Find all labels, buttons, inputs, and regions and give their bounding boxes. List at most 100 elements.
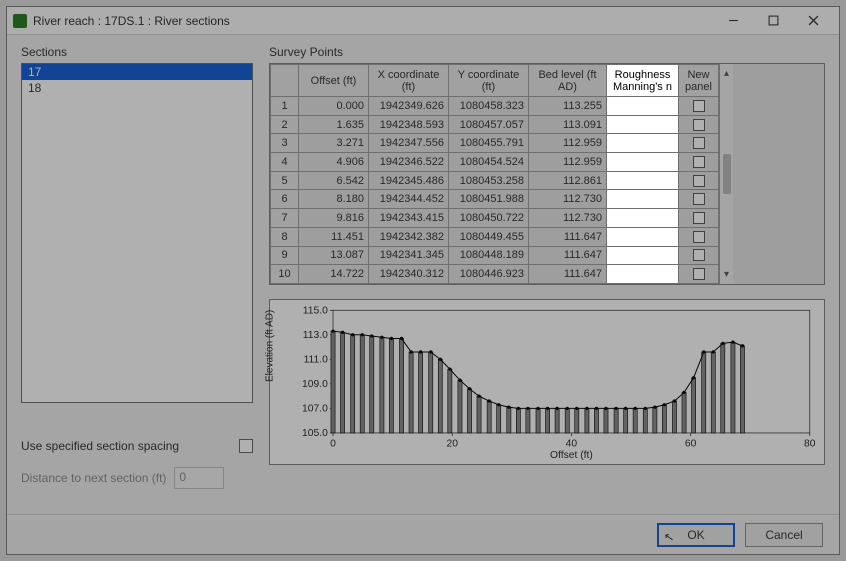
cell-y[interactable]: 1080451.988 <box>449 190 529 209</box>
cell-offset[interactable]: 11.451 <box>299 227 369 246</box>
cell-offset[interactable]: 1.635 <box>299 115 369 134</box>
table-row[interactable]: 79.8161942343.4151080450.722112.730 <box>271 209 719 228</box>
table-row[interactable]: 33.2711942347.5561080455.791112.959 <box>271 134 719 153</box>
cell-roughness[interactable] <box>607 115 679 134</box>
cell-bed[interactable]: 111.647 <box>529 246 607 265</box>
cell-x[interactable]: 1942348.593 <box>369 115 449 134</box>
cell-y[interactable]: 1080458.323 <box>449 97 529 116</box>
cell-offset[interactable]: 3.271 <box>299 134 369 153</box>
maximize-button[interactable] <box>753 9 793 33</box>
table-row[interactable]: 21.6351942348.5931080457.057113.091 <box>271 115 719 134</box>
cell-offset[interactable]: 13.087 <box>299 246 369 265</box>
cell-newpanel[interactable] <box>679 115 719 134</box>
cell-bed[interactable]: 111.647 <box>529 265 607 284</box>
grid-header-offset[interactable]: Offset (ft) <box>299 65 369 97</box>
cell-x[interactable]: 1942343.415 <box>369 209 449 228</box>
cell-roughness[interactable] <box>607 246 679 265</box>
cell-bed[interactable]: 112.730 <box>529 190 607 209</box>
cell-roughness[interactable] <box>607 265 679 284</box>
cell-bed[interactable]: 112.959 <box>529 134 607 153</box>
sections-listbox[interactable]: 1718 <box>21 63 253 403</box>
newpanel-checkbox[interactable] <box>693 193 705 205</box>
cell-roughness[interactable] <box>607 190 679 209</box>
table-row[interactable]: 10.0001942349.6261080458.323113.255 <box>271 97 719 116</box>
newpanel-checkbox[interactable] <box>693 212 705 224</box>
close-button[interactable] <box>793 9 833 33</box>
newpanel-checkbox[interactable] <box>693 268 705 280</box>
scroll-down-icon[interactable]: ▾ <box>724 269 729 280</box>
cell-newpanel[interactable] <box>679 153 719 172</box>
cell-x[interactable]: 1942342.382 <box>369 227 449 246</box>
cell-newpanel[interactable] <box>679 209 719 228</box>
table-row[interactable]: 1014.7221942340.3121080446.923111.647 <box>271 265 719 284</box>
cell-x[interactable]: 1942346.522 <box>369 153 449 172</box>
newpanel-checkbox[interactable] <box>693 100 705 112</box>
list-item[interactable]: 17 <box>22 64 252 80</box>
cell-offset[interactable]: 6.542 <box>299 171 369 190</box>
cell-newpanel[interactable] <box>679 190 719 209</box>
cell-bed[interactable]: 112.861 <box>529 171 607 190</box>
grid-scrollbar[interactable]: ▴ ▾ <box>719 64 733 284</box>
table-row[interactable]: 56.5421942345.4861080453.258112.861 <box>271 171 719 190</box>
cell-x[interactable]: 1942349.626 <box>369 97 449 116</box>
cell-newpanel[interactable] <box>679 227 719 246</box>
cell-x[interactable]: 1942341.345 <box>369 246 449 265</box>
cell-roughness[interactable] <box>607 171 679 190</box>
grid-header-newpanel[interactable]: New panel <box>679 65 719 97</box>
cell-x[interactable]: 1942344.452 <box>369 190 449 209</box>
use-spacing-checkbox[interactable] <box>239 439 253 453</box>
cell-y[interactable]: 1080450.722 <box>449 209 529 228</box>
cell-x[interactable]: 1942345.486 <box>369 171 449 190</box>
cell-offset[interactable]: 4.906 <box>299 153 369 172</box>
cell-bed[interactable]: 113.091 <box>529 115 607 134</box>
cancel-button[interactable]: Cancel <box>745 523 823 547</box>
minimize-button[interactable] <box>713 9 753 33</box>
cell-roughness[interactable] <box>607 153 679 172</box>
cell-bed[interactable]: 111.647 <box>529 227 607 246</box>
grid-header-roughness[interactable]: Roughness Manning's n <box>607 65 679 97</box>
table-row[interactable]: 68.1801942344.4521080451.988112.730 <box>271 190 719 209</box>
cell-newpanel[interactable] <box>679 134 719 153</box>
grid-header-x[interactable]: X coordinate (ft) <box>369 65 449 97</box>
cell-roughness[interactable] <box>607 97 679 116</box>
scroll-thumb[interactable] <box>723 154 731 194</box>
cell-y[interactable]: 1080454.524 <box>449 153 529 172</box>
survey-grid[interactable]: Offset (ft) X coordinate (ft) Y coordina… <box>269 63 825 285</box>
cell-newpanel[interactable] <box>679 171 719 190</box>
cell-y[interactable]: 1080455.791 <box>449 134 529 153</box>
ok-button[interactable]: ↖ OK <box>657 523 735 547</box>
newpanel-checkbox[interactable] <box>693 119 705 131</box>
newpanel-checkbox[interactable] <box>693 156 705 168</box>
cell-offset[interactable]: 14.722 <box>299 265 369 284</box>
cell-y[interactable]: 1080457.057 <box>449 115 529 134</box>
table-row[interactable]: 44.9061942346.5221080454.524112.959 <box>271 153 719 172</box>
cell-offset[interactable]: 8.180 <box>299 190 369 209</box>
scroll-up-icon[interactable]: ▴ <box>724 68 729 79</box>
cell-y[interactable]: 1080446.923 <box>449 265 529 284</box>
cell-roughness[interactable] <box>607 227 679 246</box>
cell-newpanel[interactable] <box>679 97 719 116</box>
cell-y[interactable]: 1080449.455 <box>449 227 529 246</box>
newpanel-checkbox[interactable] <box>693 175 705 187</box>
cell-roughness[interactable] <box>607 134 679 153</box>
cell-newpanel[interactable] <box>679 246 719 265</box>
cell-x[interactable]: 1942347.556 <box>369 134 449 153</box>
newpanel-checkbox[interactable] <box>693 231 705 243</box>
cell-y[interactable]: 1080448.189 <box>449 246 529 265</box>
list-item[interactable]: 18 <box>22 80 252 96</box>
cell-offset[interactable]: 0.000 <box>299 97 369 116</box>
cell-bed[interactable]: 112.959 <box>529 153 607 172</box>
cell-bed[interactable]: 112.730 <box>529 209 607 228</box>
cell-bed[interactable]: 113.255 <box>529 97 607 116</box>
cell-x[interactable]: 1942340.312 <box>369 265 449 284</box>
grid-header-bed[interactable]: Bed level (ft AD) <box>529 65 607 97</box>
cell-y[interactable]: 1080453.258 <box>449 171 529 190</box>
grid-header-y[interactable]: Y coordinate (ft) <box>449 65 529 97</box>
cell-offset[interactable]: 9.816 <box>299 209 369 228</box>
cell-newpanel[interactable] <box>679 265 719 284</box>
table-row[interactable]: 811.4511942342.3821080449.455111.647 <box>271 227 719 246</box>
newpanel-checkbox[interactable] <box>693 137 705 149</box>
table-row[interactable]: 913.0871942341.3451080448.189111.647 <box>271 246 719 265</box>
cell-roughness[interactable] <box>607 209 679 228</box>
newpanel-checkbox[interactable] <box>693 249 705 261</box>
